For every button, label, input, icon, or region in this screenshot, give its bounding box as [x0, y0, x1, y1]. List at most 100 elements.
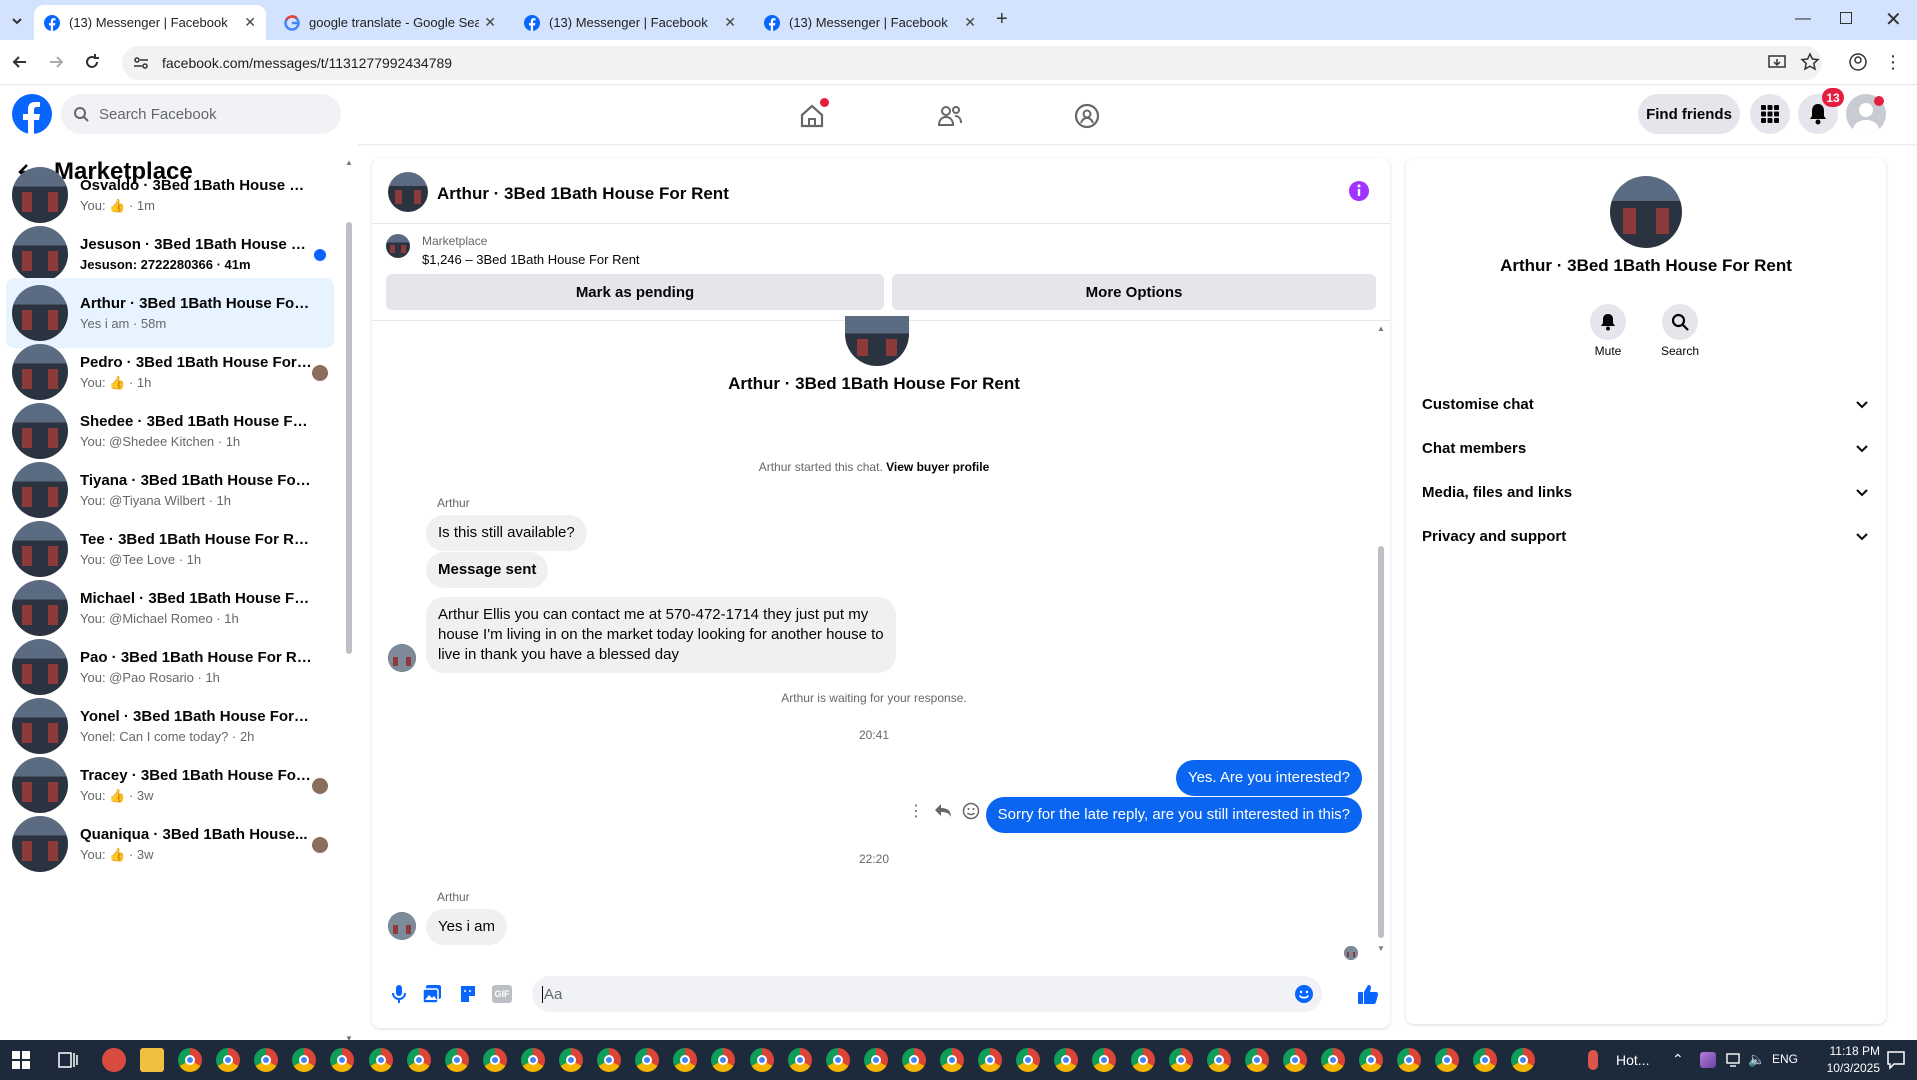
menu-grid-button[interactable]	[1750, 94, 1790, 134]
chrome-icon[interactable]	[1207, 1048, 1231, 1072]
chrome-icon[interactable]	[1169, 1048, 1193, 1072]
info-icon[interactable]	[1348, 180, 1370, 202]
home-icon[interactable]	[798, 98, 829, 130]
browser-tab[interactable]: google translate - Google Search ✕	[274, 5, 506, 40]
language-indicator[interactable]: ENG	[1772, 1052, 1798, 1066]
photo-icon[interactable]	[422, 984, 442, 1004]
more-options-button[interactable]: More Options	[892, 274, 1376, 310]
search-in-chat-button[interactable]	[1662, 304, 1698, 340]
chrome-icon[interactable]	[330, 1048, 354, 1072]
microphone-icon[interactable]	[390, 984, 408, 1004]
chrome-icon[interactable]	[750, 1048, 774, 1072]
network-icon[interactable]	[1726, 1053, 1744, 1067]
conversation-item[interactable]: Quaniqua · 3Bed 1Bath House... You: 👍 · 3…	[6, 809, 334, 879]
chrome-icon[interactable]	[1245, 1048, 1269, 1072]
chrome-icon[interactable]	[1283, 1048, 1307, 1072]
chat-header-avatar[interactable]	[388, 172, 428, 212]
chrome-icon[interactable]	[1054, 1048, 1078, 1072]
chrome-icon[interactable]	[254, 1048, 278, 1072]
show-hidden-icons-icon[interactable]: ⌃	[1672, 1051, 1684, 1068]
view-buyer-profile-link[interactable]: View buyer profile	[886, 460, 989, 474]
close-window-button[interactable]: ✕	[1885, 7, 1902, 32]
clock-date[interactable]: 10/3/2025	[1812, 1061, 1880, 1075]
chrome-icon[interactable]	[1473, 1048, 1497, 1072]
chrome-icon[interactable]	[407, 1048, 431, 1072]
friends-icon[interactable]	[936, 102, 964, 130]
chrome-icon[interactable]	[369, 1048, 393, 1072]
install-app-icon[interactable]	[1767, 53, 1787, 73]
message-more-icon[interactable]: ⋮	[908, 801, 924, 821]
pen-app-icon[interactable]	[1700, 1052, 1716, 1068]
chrome-icon[interactable]	[1397, 1048, 1421, 1072]
chrome-icon[interactable]	[711, 1048, 735, 1072]
site-info-icon[interactable]	[132, 54, 150, 72]
chrome-icon[interactable]	[788, 1048, 812, 1072]
listing-title[interactable]: $1,246 – 3Bed 1Bath House For Rent	[422, 252, 640, 267]
paint-app-icon[interactable]	[102, 1048, 126, 1072]
forward-icon[interactable]	[46, 52, 66, 72]
thumbs-up-icon[interactable]	[1357, 983, 1379, 1005]
react-icon[interactable]	[962, 802, 980, 820]
chat-title[interactable]: Arthur · 3Bed 1Bath House For Rent	[437, 184, 729, 204]
incoming-message[interactable]: Arthur Ellis you can contact me at 570-4…	[426, 597, 896, 673]
chrome-icon[interactable]	[1511, 1048, 1535, 1072]
groups-icon[interactable]	[1073, 102, 1101, 130]
notification-center-icon[interactable]	[1886, 1050, 1906, 1070]
chrome-icon[interactable]	[673, 1048, 697, 1072]
chrome-icon[interactable]	[902, 1048, 926, 1072]
outgoing-message[interactable]: Sorry for the late reply, are you still …	[985, 797, 1362, 833]
listing-thumbnail[interactable]	[386, 234, 410, 258]
mute-button[interactable]	[1590, 304, 1626, 340]
browser-menu-icon[interactable]: ⋮	[1884, 52, 1902, 73]
details-avatar[interactable]	[1610, 176, 1682, 248]
tab-search-button[interactable]	[6, 10, 28, 32]
chrome-icon[interactable]	[216, 1048, 240, 1072]
close-tab-icon[interactable]: ✕	[484, 14, 496, 31]
sender-avatar[interactable]	[388, 912, 416, 940]
details-section[interactable]: Customise chat	[1422, 382, 1872, 426]
browser-tab[interactable]: (13) Messenger | Facebook ✕	[34, 5, 266, 40]
outgoing-message[interactable]: Yes. Are you interested?	[1175, 760, 1362, 796]
find-friends-button[interactable]: Find friends	[1638, 94, 1740, 134]
details-section[interactable]: Chat members	[1422, 426, 1872, 470]
message-input[interactable]: Aa	[532, 976, 1322, 1012]
restore-button[interactable]	[1840, 12, 1852, 24]
mark-as-pending-button[interactable]: Mark as pending	[386, 274, 884, 310]
incoming-message[interactable]: Is this still available?	[426, 515, 587, 551]
incoming-message[interactable]: Yes i am	[426, 909, 507, 945]
chrome-icon[interactable]	[1359, 1048, 1383, 1072]
bookmark-star-icon[interactable]	[1800, 52, 1820, 72]
chrome-icon[interactable]	[978, 1048, 1002, 1072]
chrome-icon[interactable]	[1092, 1048, 1116, 1072]
minimize-button[interactable]: —	[1795, 10, 1811, 28]
volume-icon[interactable]: 🔈	[1748, 1051, 1765, 1068]
search-facebook-input[interactable]: Search Facebook	[61, 94, 341, 134]
chrome-icon[interactable]	[635, 1048, 659, 1072]
weather-text[interactable]: Hot...	[1616, 1052, 1649, 1068]
reload-icon[interactable]	[82, 52, 102, 72]
close-tab-icon[interactable]: ✕	[964, 14, 976, 31]
chrome-icon[interactable]	[559, 1048, 583, 1072]
chrome-icon[interactable]	[521, 1048, 545, 1072]
new-tab-button[interactable]: +	[996, 9, 1016, 30]
close-tab-icon[interactable]: ✕	[724, 14, 736, 31]
intro-avatar[interactable]	[845, 316, 909, 366]
chrome-icon[interactable]	[864, 1048, 888, 1072]
details-section[interactable]: Privacy and support	[1422, 514, 1872, 558]
browser-tab[interactable]: (13) Messenger | Facebook ✕	[514, 5, 746, 40]
chrome-icon[interactable]	[178, 1048, 202, 1072]
task-view-icon[interactable]	[58, 1051, 78, 1069]
chrome-icon[interactable]	[940, 1048, 964, 1072]
chrome-icon[interactable]	[445, 1048, 469, 1072]
details-section[interactable]: Media, files and links	[1422, 470, 1872, 514]
reply-icon[interactable]	[934, 803, 952, 819]
weather-icon[interactable]	[1588, 1050, 1598, 1070]
clock-time[interactable]: 11:18 PM	[1812, 1044, 1880, 1058]
file-explorer-icon[interactable]	[140, 1048, 164, 1072]
gif-icon[interactable]: GIF	[492, 985, 512, 1003]
message-sent-card[interactable]: Message sent	[426, 552, 549, 588]
sidebar-scrollbar[interactable]: ▲ ▼	[344, 158, 354, 1043]
chrome-icon[interactable]	[597, 1048, 621, 1072]
windows-start-icon[interactable]	[12, 1051, 30, 1069]
notifications-button[interactable]: 13	[1798, 88, 1844, 134]
